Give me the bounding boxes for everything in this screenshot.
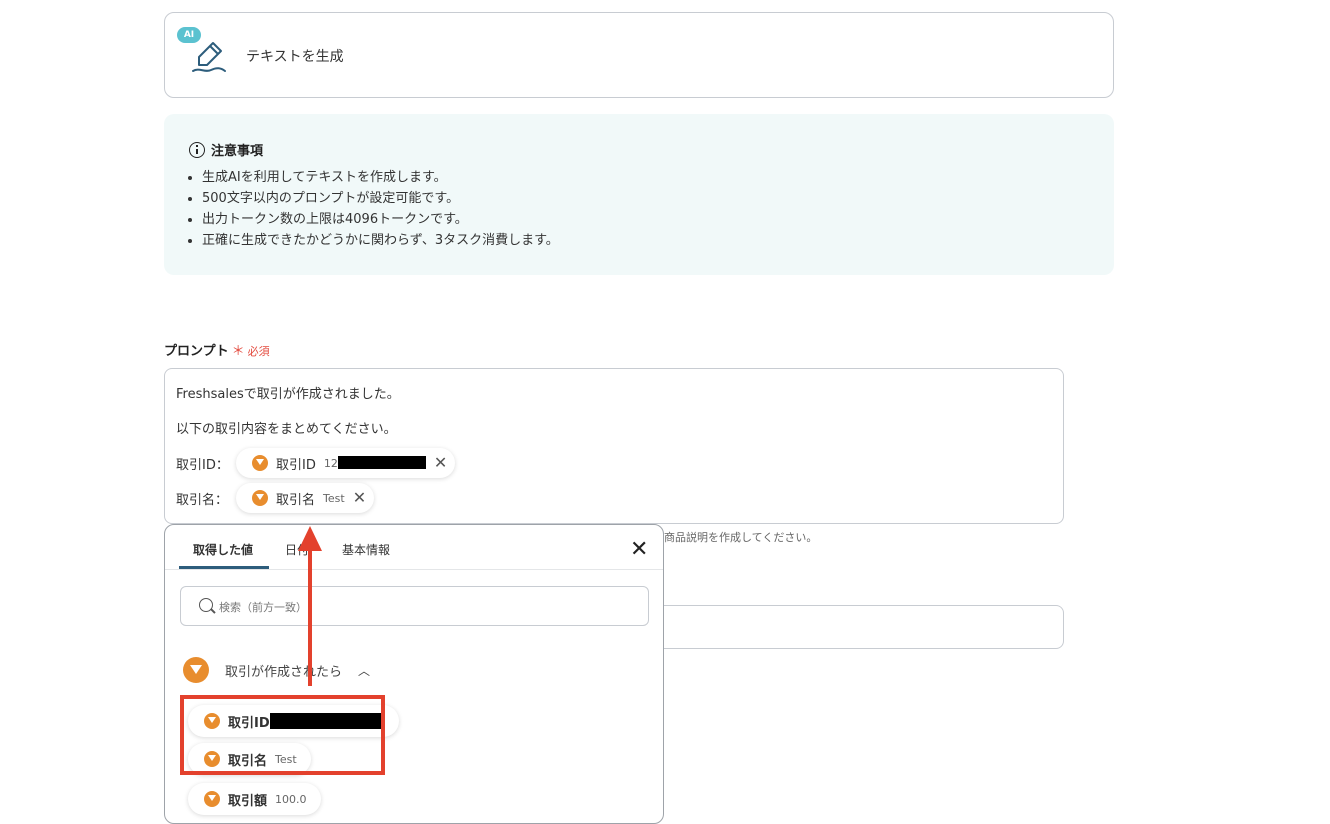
annotation-arrow-shaft <box>308 548 312 686</box>
ai-pen-icon: AI <box>177 27 229 79</box>
notice-item: 500文字以内のプロンプトが設定可能です。 <box>202 188 559 209</box>
trigger-group-header[interactable]: 取引が作成されたら ︿ <box>183 657 370 683</box>
highlight-box <box>180 695 385 775</box>
variable-pill-deal-name[interactable]: 取引名 Test ✕ <box>236 483 375 513</box>
search-field[interactable] <box>180 586 649 626</box>
pill-name: 取引ID <box>276 457 316 473</box>
pen-icon <box>192 42 226 72</box>
prompt-line: Freshsalesで取引が作成されました。 <box>176 387 400 402</box>
chevron-up-icon: ︿ <box>358 663 371 678</box>
notice-heading: 注意事項 <box>189 140 263 159</box>
freshsales-icon <box>252 455 268 471</box>
pill-value: 12 <box>324 456 426 470</box>
required-mark: ＊ <box>231 344 245 359</box>
remove-pill-icon[interactable]: ✕ <box>434 455 447 471</box>
notice-item: 出力トークン数の上限は4096トークンです。 <box>202 209 559 230</box>
info-icon <box>189 141 205 158</box>
prompt-label: プロンプト ＊ 必須 <box>164 340 270 359</box>
pill-value: Test <box>323 491 345 505</box>
notice-heading-text: 注意事項 <box>211 144 264 159</box>
tab-basic-info[interactable]: 基本情報 <box>342 541 390 558</box>
freshsales-icon <box>204 791 220 807</box>
prompt-line: 取引名： <box>176 493 229 508</box>
text-generation-action-card[interactable]: AI テキストを生成 <box>164 12 1114 98</box>
pill-name: 取引名 <box>276 492 316 508</box>
item-name: 取引額 <box>228 793 268 809</box>
search-icon <box>199 598 213 612</box>
annotation-arrow-head <box>298 526 322 551</box>
remove-pill-icon[interactable]: ✕ <box>353 490 366 506</box>
notice-item: 生成AIを利用してテキストを作成します。 <box>202 167 559 188</box>
notice-box: 注意事項 生成AIを利用してテキストを作成します。 500文字以内のプロンプトが… <box>164 114 1114 275</box>
search-input[interactable] <box>219 597 619 617</box>
prompt-line: 取引ID： <box>176 458 229 473</box>
background-input-field[interactable] <box>664 605 1064 649</box>
prompt-label-text: プロンプト <box>164 344 229 359</box>
required-text: 必須 <box>247 345 270 358</box>
item-value: 100.0 <box>275 792 307 806</box>
prompt-line: 以下の取引内容をまとめてください。 <box>176 422 397 437</box>
active-tab-indicator <box>179 566 269 569</box>
freshsales-icon <box>252 490 268 506</box>
variable-pill-deal-id[interactable]: 取引ID 12 ✕ <box>236 448 456 478</box>
panel-tabs: 取得した値 日付 基本情報 ✕ <box>165 525 663 570</box>
notice-item: 正確に生成できたかどうかに関わらず、3タスク消費します。 <box>202 230 559 251</box>
prompt-hint: 商品説明を作成してください。 <box>664 531 818 544</box>
notice-list: 生成AIを利用してテキストを作成します。 500文字以内のプロンプトが設定可能で… <box>202 167 559 251</box>
group-label: 取引が作成されたら <box>225 664 343 680</box>
variable-picker-panel: 取得した値 日付 基本情報 ✕ 取引が作成されたら ︿ 取引ID 取引名 Tes… <box>164 524 664 824</box>
freshsales-icon <box>183 657 209 683</box>
close-icon[interactable]: ✕ <box>630 539 648 561</box>
action-title: テキストを生成 <box>246 49 344 65</box>
tab-acquired-values[interactable]: 取得した値 <box>193 541 253 558</box>
prompt-textarea[interactable]: Freshsalesで取引が作成されました。 以下の取引内容をまとめてください。… <box>164 368 1064 524</box>
list-item-deal-amount[interactable]: 取引額 100.0 <box>188 783 321 815</box>
